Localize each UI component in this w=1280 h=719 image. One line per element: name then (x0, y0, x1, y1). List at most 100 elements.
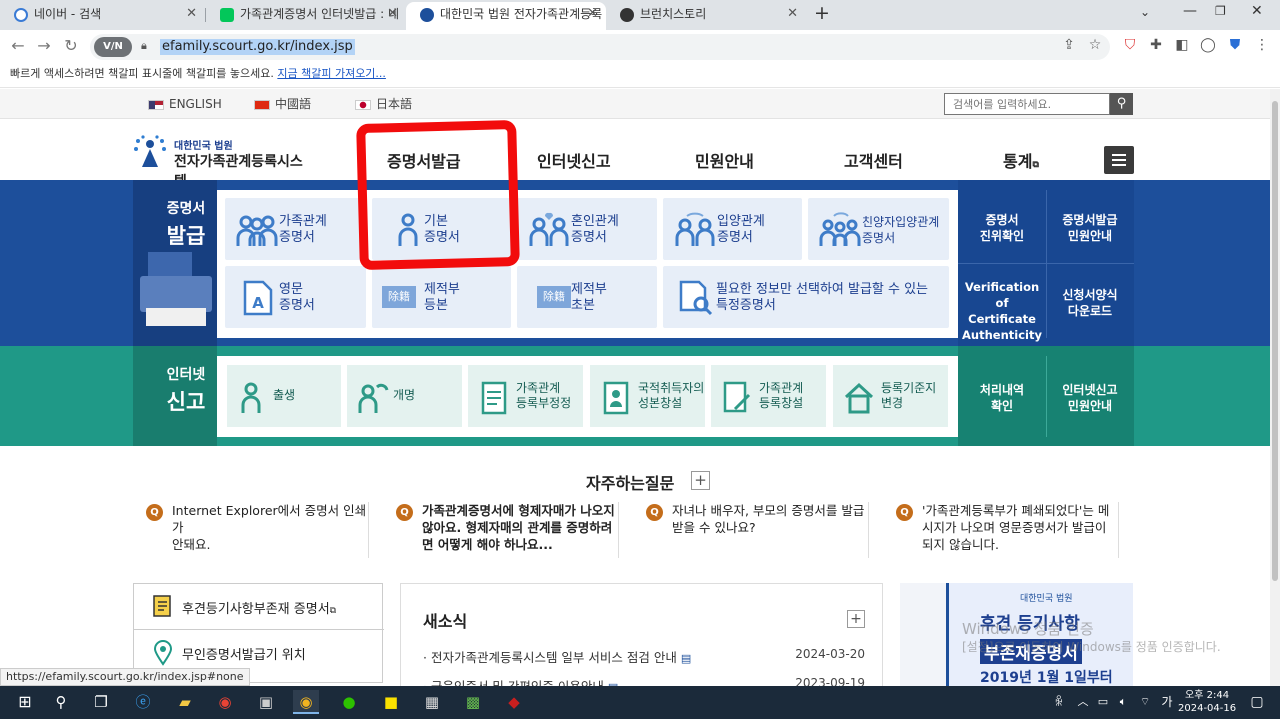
vpn-badge[interactable]: V/N (94, 37, 132, 57)
faq-item[interactable]: Q '가족관계등록부가 폐쇄되었다'는 메 시지가 나오며 영문증명서가 발급이 되… (884, 502, 1119, 558)
site-search-input[interactable] (944, 93, 1110, 115)
kakaotalk-icon[interactable]: ■ (378, 690, 404, 714)
photos-icon[interactable]: ▩ (460, 690, 486, 714)
tab-naver[interactable]: 네이버 - 검색 ✕ (0, 2, 205, 30)
banner-divider (946, 583, 949, 693)
question-badge-icon: Q (896, 504, 913, 521)
card-birth-report[interactable]: 출생 (227, 365, 341, 427)
ime-indicator[interactable]: 가 (1154, 690, 1180, 714)
security-extension-icon[interactable]: ⛊ (1225, 37, 1245, 53)
report-civil-guide-link[interactable]: 인터넷신고 민원안내 (1046, 382, 1134, 414)
close-window-icon[interactable]: ✕ (1251, 3, 1263, 19)
card-register-creation[interactable]: 가족관계 등록창설 (711, 365, 826, 427)
faq-more-button[interactable]: + (691, 471, 710, 490)
card-removed-register-copy[interactable]: 除籍 제적부 등본 (372, 266, 511, 328)
profile-icon[interactable]: ◯ (1198, 37, 1218, 53)
lock-icon[interactable]: 🔒︎ (141, 39, 147, 53)
gnb-civil-guide[interactable]: 민원안내 (695, 148, 754, 172)
site-logo[interactable]: 대한민국 법원 전자가족관계등록시스템 (134, 135, 314, 190)
notification-icon[interactable]: ▢ (1244, 690, 1270, 714)
chrome-icon[interactable]: ◉ (212, 690, 238, 714)
browser-menu-icon[interactable]: ⋮ (1252, 37, 1272, 53)
card-register-correction[interactable]: 가족관계 등록부정정 (468, 365, 583, 427)
card-label: 가족관계 등록창설 (759, 381, 804, 410)
maximize-icon[interactable]: ❐ (1215, 4, 1226, 18)
card-label: 가족관계 등록부정정 (516, 381, 572, 410)
question-badge-icon: Q (396, 504, 413, 521)
lang-japanese[interactable]: 日本語 (355, 97, 412, 111)
calculator-icon[interactable]: ▦ (419, 690, 445, 714)
processing-history-link[interactable]: 처리내역 확인 (958, 382, 1046, 414)
forward-icon[interactable]: → (34, 36, 54, 55)
card-full-adoption-cert[interactable]: 친양자입양관계 증명서 (808, 198, 949, 260)
card-adoption-cert[interactable]: 입양관계 증명서 (663, 198, 802, 260)
tab-title: 대한민국 법원 전자가족관계등록 (440, 7, 603, 21)
share-icon[interactable]: ⇪ (1059, 37, 1079, 53)
bookmark-star-icon[interactable]: ☆ (1085, 37, 1105, 53)
quick-link-guardianship-cert[interactable]: 후견등기사항부존재 증명서⧉ (134, 584, 384, 630)
faq-text: Internet Explorer에서 증명서 인쇄가 안돼요. (172, 503, 367, 552)
cert-verification-link[interactable]: 증명서 진위확인 (958, 212, 1046, 244)
minimize-icon[interactable]: — (1183, 3, 1197, 19)
url-text[interactable]: efamily.scourt.go.kr/index.jsp (160, 39, 355, 55)
file-explorer-icon[interactable]: ▰ (172, 690, 198, 714)
side-panel-icon[interactable]: ◧ (1172, 37, 1192, 53)
external-link-icon: ⧉ (1032, 160, 1039, 170)
close-tab-icon[interactable]: ✕ (387, 2, 398, 26)
cert-civil-guide-link[interactable]: 증명서발급 민원안내 (1046, 212, 1134, 244)
lang-english[interactable]: ENGLISH (148, 97, 222, 111)
import-bookmarks-link[interactable]: 지금 책갈피 가져오기... (277, 67, 386, 80)
close-tab-icon[interactable]: ✕ (787, 2, 798, 26)
extensions-puzzle-icon[interactable]: ✚ (1146, 37, 1166, 53)
extension-shield-icon[interactable]: ⛉ (1120, 37, 1140, 53)
task-view-icon[interactable]: ❐ (88, 690, 114, 714)
close-tab-icon[interactable]: ✕ (186, 2, 197, 26)
tab-court-active[interactable]: 대한민국 법원 전자가족관계등록 ✕ (406, 2, 606, 30)
news-row[interactable]: · 전자가족관계등록시스템 일부 서비스 점검 안내 ▤ 2024-03-20 (423, 647, 865, 666)
lang-chinese[interactable]: 中國語 (254, 97, 311, 111)
faq-item[interactable]: Q Internet Explorer에서 증명서 인쇄가 안돼요. (134, 502, 369, 558)
mcafee-icon[interactable]: ◆ (501, 690, 527, 714)
page-scrollbar[interactable] (1270, 89, 1280, 686)
windows-start-icon[interactable]: ⊞ (12, 690, 38, 714)
faq-item[interactable]: Q 자녀나 배우자, 부모의 증명서를 발급 받을 수 있나요? (634, 502, 869, 558)
back-icon[interactable]: ← (8, 36, 28, 55)
store-icon[interactable]: ▣ (253, 690, 279, 714)
wechat-icon[interactable]: ● (336, 690, 362, 714)
gnb-statistics[interactable]: 통계⧉ (1003, 148, 1039, 172)
card-specific-cert[interactable]: 필요한 정보만 선택하여 발급할 수 있는 특정증명서 (663, 266, 949, 328)
card-name-change-report[interactable]: 개명 (347, 365, 462, 427)
people-icon[interactable]: ꆜ (1046, 690, 1072, 714)
card-english-cert[interactable]: A 영문 증명서 (225, 266, 366, 328)
faq-item[interactable]: Q 가족관계증명서에 형제자매가 나오지 않아요. 형제자매의 관계를 증명하려 면… (384, 502, 619, 558)
search-icon[interactable]: ⚲ (1110, 93, 1133, 115)
tab-search-icon[interactable]: ⌄ (1140, 5, 1150, 19)
reload-icon[interactable]: ↻ (61, 36, 81, 55)
name-change-icon (358, 383, 389, 413)
location-pin-icon (153, 640, 173, 666)
scrollbar-thumb[interactable] (1272, 101, 1278, 581)
gnb-customer-center[interactable]: 고객센터 (844, 148, 903, 172)
news-more-button[interactable]: + (847, 610, 865, 628)
banner-line-3: 2019년 1월 1일부터 (980, 670, 1113, 686)
couple-heart-icon (529, 212, 569, 246)
hamburger-menu-button[interactable] (1104, 146, 1134, 174)
tab-brunch[interactable]: 브런치스토리 ✕ (606, 2, 806, 30)
edge-icon[interactable]: ⓔ (130, 690, 156, 714)
document-icon (153, 595, 171, 617)
card-marriage-cert[interactable]: 혼인관계 증명서 (517, 198, 657, 260)
taskbar-search-icon[interactable]: ⚲ (48, 690, 74, 714)
form-download-link[interactable]: 신청서양식 다운로드 (1046, 287, 1134, 319)
new-tab-button[interactable]: + (814, 2, 830, 24)
close-tab-icon[interactable]: ✕ (587, 2, 598, 26)
tab-family-cert[interactable]: 가족관계증명서 인터넷발급 : 네 ✕ (206, 2, 406, 30)
gnb-internet-report[interactable]: 인터넷신고 (537, 148, 611, 172)
verification-english-link[interactable]: Verification of Certificate Authenticity (958, 279, 1046, 343)
taskbar-clock[interactable]: 오후 2:44 2024-04-16 (1178, 689, 1236, 715)
active-browser-icon[interactable]: ◉ (293, 690, 319, 714)
card-family-relation-cert[interactable]: 가족관계 증명서 (225, 198, 366, 260)
card-naturalized-surname[interactable]: 국적취득자의 성본창설 (590, 365, 705, 427)
document-magnifier-icon (679, 280, 713, 316)
card-removed-register-extract[interactable]: 除籍 제적부 초본 (517, 266, 657, 328)
card-registry-base-change[interactable]: 등록기준지 변경 (833, 365, 948, 427)
